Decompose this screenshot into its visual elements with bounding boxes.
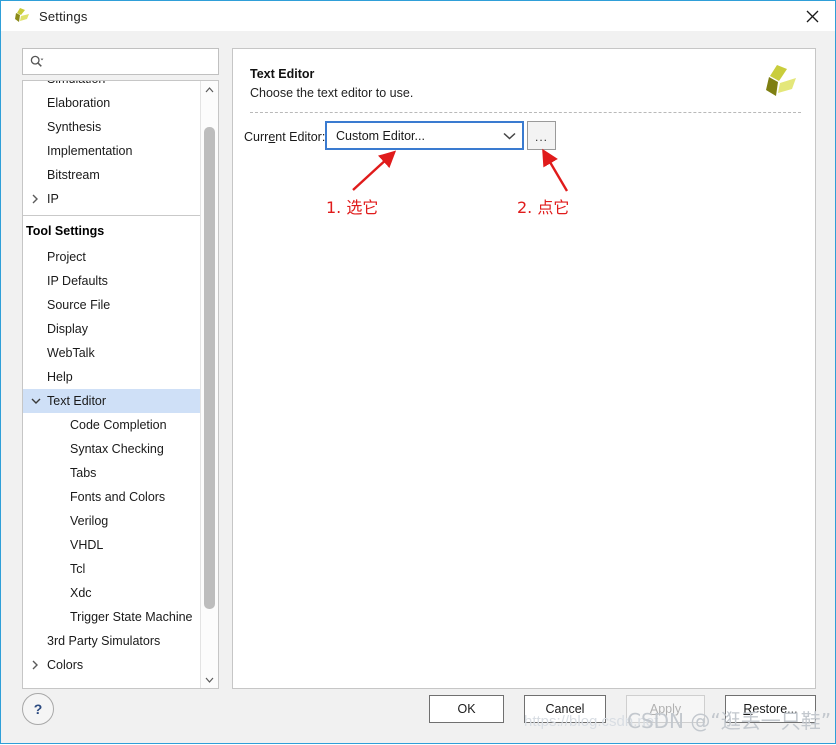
sidebar-item-colors[interactable]: Colors xyxy=(23,653,201,677)
current-editor-combo[interactable]: Custom Editor... xyxy=(325,121,524,150)
sidebar-item-display[interactable]: Display xyxy=(23,317,201,341)
close-icon[interactable] xyxy=(789,1,835,31)
sidebar-item-label: Tcl xyxy=(70,562,86,576)
window-title: Settings xyxy=(39,8,88,24)
sidebar-item-implementation[interactable]: Implementation xyxy=(23,139,201,163)
sidebar-item-ip[interactable]: IP xyxy=(23,187,201,211)
search-icon xyxy=(30,55,45,68)
sidebar-item-bitstream[interactable]: Bitstream xyxy=(23,163,201,187)
sidebar-item-label: Elaboration xyxy=(47,96,111,110)
chevron-down-icon[interactable] xyxy=(31,389,41,413)
sidebar-item-label: Tool Settings xyxy=(26,224,105,238)
current-editor-row: Current Editor: Custom Editor... ... xyxy=(233,121,815,155)
sidebar-item-label: Xdc xyxy=(70,586,92,600)
page-title: Text Editor xyxy=(250,67,315,81)
scroll-down-arrow-icon[interactable] xyxy=(201,671,218,688)
tree-scroll-viewport: Simulation Elaboration Synthesis Implementa… xyxy=(23,81,201,688)
sidebar-item-label: IP Defaults xyxy=(47,274,108,288)
current-editor-value: Custom Editor... xyxy=(336,128,425,143)
sidebar-item-synthesis[interactable]: Synthesis xyxy=(23,115,201,139)
sidebar-item-tcl[interactable]: Tcl xyxy=(23,557,201,581)
sidebar-item-label: IP xyxy=(47,192,59,206)
sidebar-item-label: Help xyxy=(47,370,73,384)
sidebar-item-label: Tabs xyxy=(70,466,97,480)
cancel-button[interactable]: Cancel xyxy=(524,695,606,723)
sidebar-item-label: Bitstream xyxy=(47,168,100,182)
sidebar-item-verilog[interactable]: Verilog xyxy=(23,509,201,533)
sidebar-item-3rd-party-simulators[interactable]: 3rd Party Simulators xyxy=(23,629,201,653)
sidebar-item-tabs[interactable]: Tabs xyxy=(23,461,201,485)
panel-header: Text Editor Choose the text editor to us… xyxy=(233,49,815,112)
scroll-up-arrow-icon[interactable] xyxy=(201,81,218,98)
title-bar: Settings xyxy=(1,1,835,31)
sidebar-item-help[interactable]: Help xyxy=(23,365,201,389)
panel-divider xyxy=(250,112,801,113)
sidebar-item-label: Implementation xyxy=(47,144,133,158)
sidebar-item-label: Verilog xyxy=(70,514,109,528)
sidebar-item-webtalk[interactable]: WebTalk xyxy=(23,341,201,365)
scrollbar-thumb[interactable] xyxy=(204,127,215,609)
vivado-logo-icon xyxy=(11,7,33,25)
sidebar-item-source-file[interactable]: Source File xyxy=(23,293,201,317)
sidebar-item-label: Text Editor xyxy=(47,394,107,408)
tree-vertical-scrollbar[interactable] xyxy=(200,81,218,688)
sidebar-item-label: Synthesis xyxy=(47,120,102,134)
tree-section-header: Tool Settings xyxy=(23,215,201,245)
sidebar-item-label: Code Completion xyxy=(70,418,167,432)
sidebar-item-label: Colors xyxy=(47,658,84,672)
annotation-label-2: 2. 点它 xyxy=(517,198,570,217)
sidebar-item-code-completion[interactable]: Code Completion xyxy=(23,413,201,437)
sidebar-item-label: Syntax Checking xyxy=(70,442,164,456)
tree-item-list: Simulation Elaboration Synthesis Implementa… xyxy=(23,81,201,677)
sidebar-item-vhdl[interactable]: VHDL xyxy=(23,533,201,557)
sidebar-item-project[interactable]: Project xyxy=(23,245,201,269)
sidebar-item-label: Source File xyxy=(47,298,111,312)
dialog-content: Simulation Elaboration Synthesis Implementa… xyxy=(1,31,835,743)
sidebar-item-label: Trigger State Machine xyxy=(70,610,193,624)
sidebar-item-ip-defaults[interactable]: IP Defaults xyxy=(23,269,201,293)
sidebar-item-label: Fonts and Colors xyxy=(70,490,166,504)
sidebar-item-simulation[interactable]: Simulation xyxy=(23,81,201,91)
sidebar-item-xdc[interactable]: Xdc xyxy=(23,581,201,605)
page-subtitle: Choose the text editor to use. xyxy=(250,86,414,100)
sidebar-item-label: Project xyxy=(47,250,86,264)
sidebar-item-label: Simulation xyxy=(47,81,105,86)
current-editor-label: Current Editor: xyxy=(244,130,326,144)
settings-category-tree[interactable]: Simulation Elaboration Synthesis Implementa… xyxy=(22,80,219,689)
chevron-right-icon[interactable] xyxy=(31,187,39,211)
ok-button[interactable]: OK xyxy=(429,695,504,723)
sidebar-item-text-editor[interactable]: Text Editor xyxy=(23,389,201,413)
settings-search-box[interactable] xyxy=(22,48,219,75)
chevron-right-icon[interactable] xyxy=(31,653,39,677)
sidebar-item-elaboration[interactable]: Elaboration xyxy=(23,91,201,115)
sidebar-item-label: Display xyxy=(47,322,88,336)
settings-dialog-window: Settings SimulationElaborationSynthesi xyxy=(0,0,836,744)
sidebar-item-label: 3rd Party Simulators xyxy=(47,634,161,648)
annotation-label-1: 1. 选它 xyxy=(326,198,379,217)
chevron-down-icon[interactable] xyxy=(496,132,522,140)
sidebar-item-label: WebTalk xyxy=(47,346,95,360)
sidebar-item-fonts-and-colors[interactable]: Fonts and Colors xyxy=(23,485,201,509)
sidebar-item-syntax-checking[interactable]: Syntax Checking xyxy=(23,437,201,461)
dialog-button-bar: OK Cancel Apply Restore... xyxy=(1,695,835,735)
xilinx-logo-icon xyxy=(759,63,799,101)
apply-button: Apply xyxy=(626,695,705,723)
restore-button[interactable]: Restore... xyxy=(725,695,816,723)
text-editor-settings-panel: Text Editor Choose the text editor to us… xyxy=(232,48,816,689)
browse-ellipsis-label: ... xyxy=(534,130,548,144)
search-input[interactable] xyxy=(49,51,218,72)
browse-ellipsis-button[interactable]: ... xyxy=(527,121,556,150)
sidebar-item-label: VHDL xyxy=(70,538,104,552)
sidebar-item-trigger-state-machine[interactable]: Trigger State Machine xyxy=(23,605,201,629)
